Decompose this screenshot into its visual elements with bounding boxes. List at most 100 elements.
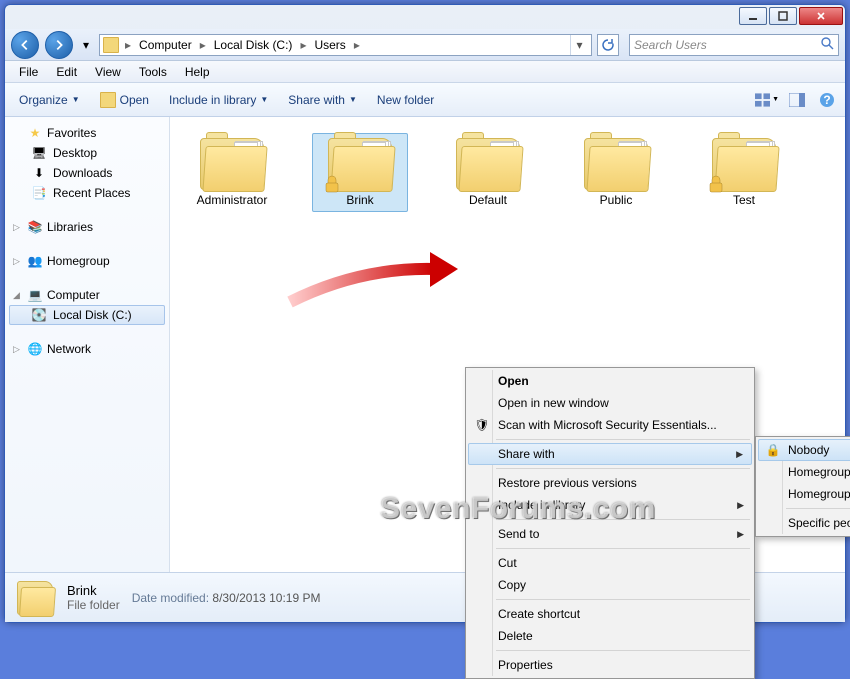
forward-button[interactable] xyxy=(45,31,73,59)
desktop-icon: 🖥 xyxy=(31,145,47,161)
chevron-right-icon: ▷ xyxy=(13,256,23,267)
sidebar-favorites[interactable]: ★Favorites xyxy=(9,123,165,143)
status-date: Date modified: 8/30/2013 10:19 PM xyxy=(132,591,321,605)
network-icon: 🌐 xyxy=(27,341,43,357)
file-view[interactable]: Administrator Brink Default Public Test Open… xyxy=(170,117,845,572)
folder-icon xyxy=(103,37,119,53)
sidebar-homegroup[interactable]: ▷👥Homegroup xyxy=(9,251,165,271)
search-input[interactable]: Search Users xyxy=(629,34,839,56)
help-button[interactable]: ? xyxy=(815,88,839,112)
folder-label: Brink xyxy=(346,194,373,207)
minimize-button[interactable] xyxy=(739,7,767,25)
sidebar-item-desktop[interactable]: 🖥Desktop xyxy=(9,143,165,163)
share-with-button[interactable]: Share with▼ xyxy=(280,89,365,111)
refresh-button[interactable] xyxy=(597,34,619,56)
sidebar-network[interactable]: ▷🌐Network xyxy=(9,339,165,359)
shield-icon: 🛡 xyxy=(474,417,490,433)
share-submenu: 🔒Nobody Homegroup (Read) Homegroup (Read… xyxy=(755,436,850,537)
folder-item[interactable]: Public xyxy=(568,133,664,212)
sidebar-computer[interactable]: ◢💻Computer xyxy=(9,285,165,305)
status-name-block: Brink File folder xyxy=(67,583,120,612)
view-options-button[interactable]: ▼ xyxy=(755,88,779,112)
ctx-scan[interactable]: 🛡Scan with Microsoft Security Essentials… xyxy=(468,414,752,436)
include-library-button[interactable]: Include in library▼ xyxy=(161,89,276,111)
menu-tools[interactable]: Tools xyxy=(131,63,175,81)
folder-item[interactable]: Test xyxy=(696,133,792,212)
search-placeholder: Search Users xyxy=(634,38,707,52)
breadcrumb-item[interactable]: Users xyxy=(308,38,351,52)
breadcrumb-item[interactable]: Local Disk (C:) xyxy=(208,38,299,52)
separator xyxy=(496,599,750,600)
chevron-right-icon[interactable]: ▸ xyxy=(352,38,362,52)
libraries-icon: 📚 xyxy=(27,219,43,235)
preview-pane-button[interactable] xyxy=(785,88,809,112)
new-folder-button[interactable]: New folder xyxy=(369,89,442,111)
share-nobody[interactable]: 🔒Nobody xyxy=(758,439,850,461)
sidebar-libraries[interactable]: ▷📚Libraries xyxy=(9,217,165,237)
menu-help[interactable]: Help xyxy=(177,63,218,81)
address-bar[interactable]: ▸ Computer ▸ Local Disk (C:) ▸ Users ▸ ▾ xyxy=(99,34,592,56)
svg-text:?: ? xyxy=(823,93,830,107)
ctx-create-shortcut[interactable]: Create shortcut xyxy=(468,603,752,625)
separator xyxy=(496,519,750,520)
folder-icon xyxy=(456,138,520,190)
sidebar: ★Favorites 🖥Desktop ⬇Downloads 📑Recent P… xyxy=(5,117,170,572)
ctx-include-library[interactable]: Include in library▶ xyxy=(468,494,752,516)
breadcrumb-item[interactable]: Computer xyxy=(133,38,198,52)
share-homegroup-read[interactable]: Homegroup (Read) xyxy=(758,461,850,483)
ctx-share-with[interactable]: Share with▶ xyxy=(468,443,752,465)
folder-item[interactable]: Default xyxy=(440,133,536,212)
sidebar-item-downloads[interactable]: ⬇Downloads xyxy=(9,163,165,183)
chevron-right-icon: ▷ xyxy=(13,344,23,355)
chevron-right-icon[interactable]: ▸ xyxy=(123,38,133,52)
folder-icon xyxy=(328,138,392,190)
folder-item[interactable]: Administrator xyxy=(184,133,280,212)
maximize-button[interactable] xyxy=(769,7,797,25)
menu-edit[interactable]: Edit xyxy=(48,63,85,81)
navbar: ▾ ▸ Computer ▸ Local Disk (C:) ▸ Users ▸… xyxy=(5,29,845,61)
ctx-delete[interactable]: Delete xyxy=(468,625,752,647)
ctx-restore[interactable]: Restore previous versions xyxy=(468,472,752,494)
chevron-right-icon[interactable]: ▸ xyxy=(198,38,208,52)
ctx-cut[interactable]: Cut xyxy=(468,552,752,574)
organize-button[interactable]: Organize▼ xyxy=(11,89,88,111)
share-homegroup-rw[interactable]: Homegroup (Read/Write) xyxy=(758,483,850,505)
content-area: ★Favorites 🖥Desktop ⬇Downloads 📑Recent P… xyxy=(5,117,845,572)
chevron-right-icon: ▶ xyxy=(737,500,744,511)
folder-icon xyxy=(200,138,264,190)
sidebar-item-recent[interactable]: 📑Recent Places xyxy=(9,183,165,203)
ctx-properties[interactable]: Properties xyxy=(468,654,752,676)
chevron-down-icon: ▼ xyxy=(72,95,80,104)
explorer-window: ▾ ▸ Computer ▸ Local Disk (C:) ▸ Users ▸… xyxy=(4,4,846,623)
star-icon: ★ xyxy=(27,125,43,141)
computer-icon: 💻 xyxy=(27,287,43,303)
ctx-open-new-window[interactable]: Open in new window xyxy=(468,392,752,414)
separator xyxy=(496,650,750,651)
back-button[interactable] xyxy=(11,31,39,59)
lock-icon: 🔒 xyxy=(765,442,781,458)
folder-item[interactable]: Brink xyxy=(312,133,408,212)
open-button[interactable]: Open xyxy=(92,88,157,112)
chevron-down-icon: ▼ xyxy=(349,95,357,104)
folder-label: Public xyxy=(600,194,633,207)
sidebar-item-local-disk[interactable]: 💽Local Disk (C:) xyxy=(9,305,165,325)
folder-label: Administrator xyxy=(197,194,268,207)
folder-icon xyxy=(712,138,776,190)
separator xyxy=(786,508,850,509)
chevron-down-icon: ▼ xyxy=(260,95,268,104)
menu-file[interactable]: File xyxy=(11,63,46,81)
recent-icon: 📑 xyxy=(31,185,47,201)
history-dropdown[interactable]: ▾ xyxy=(79,31,93,59)
ctx-open[interactable]: Open xyxy=(468,370,752,392)
menu-view[interactable]: View xyxy=(87,63,129,81)
close-button[interactable] xyxy=(799,7,843,25)
ctx-copy[interactable]: Copy xyxy=(468,574,752,596)
ctx-send-to[interactable]: Send to▶ xyxy=(468,523,752,545)
folder-label: Default xyxy=(469,194,507,207)
address-dropdown[interactable]: ▾ xyxy=(570,35,588,55)
chevron-right-icon[interactable]: ▸ xyxy=(298,38,308,52)
toolbar: Organize▼ Open Include in library▼ Share… xyxy=(5,83,845,117)
separator xyxy=(496,439,750,440)
share-specific-people[interactable]: Specific people... xyxy=(758,512,850,534)
search-icon xyxy=(821,37,834,53)
